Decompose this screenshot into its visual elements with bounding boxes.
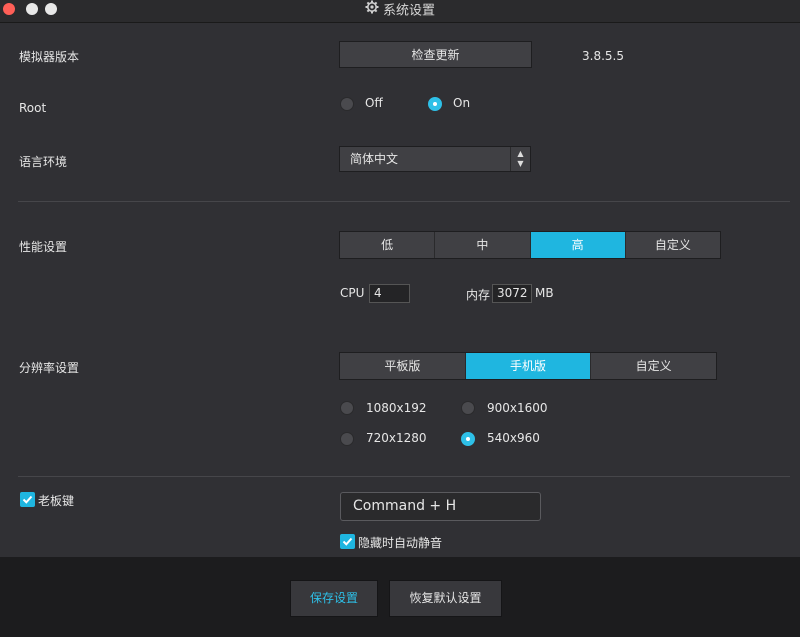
resolution-segment: 平板版 手机版 自定义 — [339, 352, 717, 380]
version-value: 3.8.5.5 — [582, 49, 624, 63]
checkmark-icon — [342, 537, 353, 546]
resolution-1080x192-label: 1080x192 — [366, 401, 427, 415]
performance-segment: 低 中 高 自定义 — [339, 231, 721, 259]
memory-input[interactable]: 3072 — [492, 284, 532, 303]
root-label: Root — [19, 101, 47, 115]
performance-label: 性能设置 — [19, 240, 68, 254]
chevron-up-down-icon: ▲ ▼ — [510, 147, 530, 171]
resolution-tablet-option[interactable]: 平板版 — [340, 353, 466, 379]
performance-high-option[interactable]: 高 — [530, 232, 626, 258]
performance-custom-option[interactable]: 自定义 — [626, 232, 720, 258]
mute-on-hide-label: 隐藏时自动静音 — [358, 536, 443, 550]
language-select-value: 简体中文 — [350, 152, 399, 166]
resolution-1080x192-radio[interactable] — [340, 401, 354, 415]
root-off-label: Off — [365, 96, 383, 110]
resolution-label: 分辨率设置 — [19, 361, 80, 375]
settings-panel: 模拟器版本 检查更新 3.8.5.5 Root Off On 语言环境 简体中文… — [0, 23, 800, 557]
resolution-phone-option[interactable]: 手机版 — [465, 353, 592, 379]
divider — [18, 476, 790, 477]
boss-key-checkbox[interactable] — [20, 492, 35, 507]
resolution-custom-option[interactable]: 自定义 — [591, 353, 716, 379]
memory-unit: MB — [535, 286, 554, 300]
cpu-input[interactable]: 4 — [369, 284, 410, 303]
window-title-group: 系统设置 — [0, 0, 800, 22]
boss-key-hotkey-field[interactable]: Command + H — [340, 492, 541, 521]
resolution-540x960-radio[interactable] — [461, 432, 475, 446]
resolution-900x1600-label: 900x1600 — [487, 401, 548, 415]
save-settings-button[interactable]: 保存设置 — [290, 580, 378, 617]
footer-bar: 保存设置 恢复默认设置 — [0, 557, 800, 637]
resolution-900x1600-radio[interactable] — [461, 401, 475, 415]
performance-low-option[interactable]: 低 — [340, 232, 436, 258]
cpu-label: CPU — [340, 286, 365, 300]
mute-on-hide-checkbox[interactable] — [340, 534, 355, 549]
check-update-button[interactable]: 检查更新 — [339, 41, 532, 68]
memory-label: 内存 — [466, 288, 491, 302]
gear-icon — [365, 0, 379, 22]
boss-key-label: 老板键 — [38, 494, 75, 508]
restore-defaults-button[interactable]: 恢复默认设置 — [389, 580, 502, 617]
performance-medium-option[interactable]: 中 — [435, 232, 531, 258]
resolution-540x960-label: 540x960 — [487, 431, 540, 445]
divider — [18, 201, 790, 202]
resolution-720x1280-radio[interactable] — [340, 432, 354, 446]
root-on-radio[interactable] — [428, 97, 442, 111]
root-off-radio[interactable] — [340, 97, 354, 111]
language-select[interactable]: 简体中文 ▲ ▼ — [339, 146, 531, 172]
language-label: 语言环境 — [19, 155, 68, 169]
window-title: 系统设置 — [382, 3, 435, 19]
checkmark-icon — [22, 495, 33, 504]
version-label: 模拟器版本 — [19, 50, 80, 64]
title-bar: 系统设置 — [0, 0, 800, 23]
root-on-label: On — [453, 96, 471, 110]
resolution-720x1280-label: 720x1280 — [366, 431, 427, 445]
